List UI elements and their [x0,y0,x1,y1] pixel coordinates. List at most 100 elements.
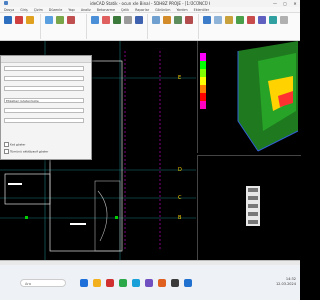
tool-icon [162,16,171,24]
tool-icon [44,16,53,24]
tab-steel[interactable]: Çelik [121,7,129,12]
taskbar-search[interactable]: Ara [20,279,66,287]
tool-icon [134,16,143,24]
tool-icon [90,16,99,24]
dialog-dropdown[interactable]: Etiketleri Göster/Gizle [4,98,84,103]
tool-icon [151,16,160,24]
tool-icon [246,16,255,24]
minimize-button[interactable]: — [272,0,278,7]
app-icon[interactable] [132,279,140,287]
checkbox-show-floor[interactable]: Kat göster [4,142,25,147]
tool-button[interactable] [25,16,34,24]
tool-button[interactable] [112,16,121,24]
tab-edit[interactable]: Düzenle [49,7,62,12]
system-tray[interactable]: 14:32 12.03.2024 [276,277,296,287]
app-icon[interactable] [184,279,192,287]
checkbox-label: Kat göster [10,142,26,147]
app-icon[interactable] [158,279,166,287]
tool-icon [173,16,182,24]
tool-button[interactable] [55,16,64,24]
tab-analysis[interactable]: Analiz [81,7,91,12]
tab-reports[interactable]: Raporlar [135,7,149,12]
tool-icon [25,16,34,24]
tool-button[interactable] [123,16,132,24]
tool-button[interactable] [44,16,53,24]
tool-button[interactable] [224,16,233,24]
tab-structure[interactable]: Yapı [68,7,75,12]
axis-label-e: E [178,75,182,81]
maximize-button[interactable]: ▢ [282,0,288,7]
tool-button[interactable] [101,16,110,24]
tool-button[interactable] [151,16,160,24]
tool-button[interactable] [3,16,12,24]
layer-dialog[interactable]: Etiketleri Göster/Gizle Kat göster Tümün… [0,55,92,160]
tool-button[interactable] [235,16,244,24]
tool-button[interactable] [134,16,143,24]
elevation-viewport[interactable] [197,155,301,261]
tool-icon [279,16,288,24]
tool-button[interactable] [279,16,288,24]
app-icon[interactable] [80,279,88,287]
folder-icon[interactable] [93,279,101,287]
checkbox-label: Tümünü aktif/pasif göster [10,149,49,154]
dialog-field-3[interactable] [4,86,84,91]
tool-button[interactable] [90,16,99,24]
ribbon [0,13,300,41]
ribbon-group-2 [41,14,87,39]
tool-icon [66,16,75,24]
tool-icon [55,16,64,24]
tab-plugins[interactable]: Eklentiler [194,7,210,12]
tool-button[interactable] [184,16,193,24]
ribbon-group-1 [0,14,41,39]
checkbox-box[interactable] [4,149,9,154]
tool-button[interactable] [246,16,255,24]
tool-button[interactable] [173,16,182,24]
tool-icon [257,16,266,24]
tab-help[interactable]: Yardım [177,7,188,12]
taskbar-apps [80,279,192,287]
axis-label-b: B [178,215,182,221]
tool-button[interactable] [213,16,222,24]
checkbox-box[interactable] [4,142,9,147]
tab-concrete[interactable]: Betonarme [97,7,115,12]
ribbon-group-5 [199,14,299,39]
taskbar: Ara 14:32 12.03.2024 [0,265,300,300]
window-controls: — ▢ ✕ [272,0,298,7]
tool-icon [112,16,121,24]
window-title: ideCAD Statik - ocun xle Binal - 5DH8Z P… [90,1,210,6]
app-icon[interactable] [4,1,8,5]
tool-icon [3,16,12,24]
tab-home[interactable]: Giriş [20,7,27,12]
tab-view[interactable]: Görünüm [155,7,170,12]
dialog-field-6[interactable] [4,118,84,123]
app-icon[interactable] [106,279,114,287]
tool-button[interactable] [14,16,23,24]
close-button[interactable]: ✕ [292,0,298,7]
tool-button[interactable] [66,16,75,24]
tool-button[interactable] [202,16,211,24]
axis-label-d: D [178,167,182,173]
title-bar: ideCAD Statik - ocun xle Binal - 5DH8Z P… [0,0,300,7]
app-icon[interactable] [171,279,179,287]
tool-icon [14,16,23,24]
tool-icon [123,16,132,24]
tab-draw[interactable]: Çizim [34,7,43,12]
3d-model [237,41,299,152]
axis-label-c: C [178,195,182,201]
tool-icon [184,16,193,24]
dialog-field-5[interactable] [4,108,84,113]
dialog-header[interactable] [1,56,91,63]
app-icon[interactable] [119,279,127,287]
tool-button[interactable] [268,16,277,24]
app-icon[interactable] [145,279,153,287]
3d-model-viewport[interactable] [197,41,301,153]
tool-button[interactable] [162,16,171,24]
tool-button[interactable] [257,16,266,24]
tab-file[interactable]: Dosya [4,7,14,12]
checkbox-toggle-all[interactable]: Tümünü aktif/pasif göster [4,149,48,154]
clock-date: 12.03.2024 [275,282,296,286]
dialog-field-1[interactable] [4,66,84,71]
tool-icon [224,16,233,24]
dialog-field-2[interactable] [4,76,84,81]
tool-icon [202,16,211,24]
